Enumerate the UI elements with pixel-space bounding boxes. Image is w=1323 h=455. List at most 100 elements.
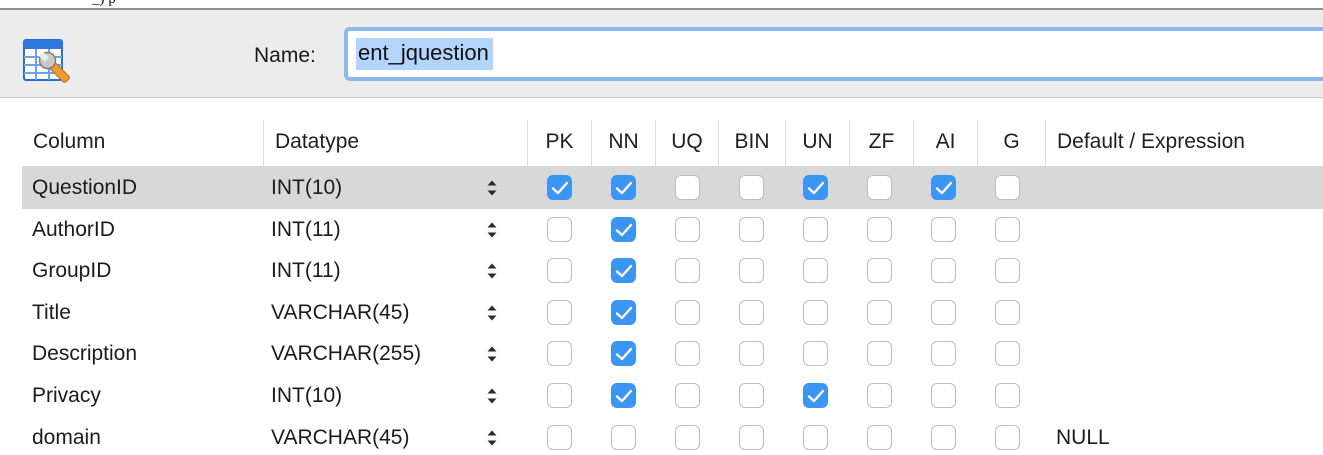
g-checkbox[interactable] (995, 175, 1020, 200)
uq-checkbox[interactable] (675, 216, 700, 242)
datatype-cell[interactable]: VARCHAR(45) (271, 417, 409, 455)
datatype-stepper-icon[interactable] (486, 344, 498, 364)
bin-checkbox[interactable] (739, 216, 764, 242)
zf-checkbox[interactable] (867, 216, 892, 242)
g-checkbox[interactable] (995, 382, 1020, 408)
un-checkbox[interactable] (803, 299, 828, 325)
ai-checkbox[interactable] (931, 341, 956, 367)
uq-checkbox[interactable] (675, 175, 700, 200)
header-nn[interactable]: NN (591, 120, 655, 166)
datatype-cell[interactable]: INT(11) (271, 209, 341, 251)
table-row[interactable]: AuthorID INT(11) (22, 209, 1323, 251)
column-name-cell[interactable]: AuthorID (32, 209, 115, 251)
datatype-stepper-icon[interactable] (486, 386, 498, 406)
bin-checkbox[interactable] (739, 341, 764, 367)
header-zf[interactable]: ZF (849, 120, 913, 166)
table-name-input[interactable]: ent_jquestion (344, 27, 1323, 81)
uq-checkbox[interactable] (675, 424, 700, 450)
header-pk[interactable]: PK (527, 120, 591, 166)
header-g[interactable]: G (977, 120, 1045, 166)
datatype-cell[interactable]: INT(11) (271, 250, 341, 292)
table-row[interactable]: Privacy INT(10) (22, 375, 1323, 417)
g-checkbox[interactable] (995, 216, 1020, 242)
header-column[interactable]: Column (22, 120, 263, 166)
nn-checkbox[interactable] (611, 216, 636, 242)
column-name-cell[interactable]: GroupID (32, 250, 111, 292)
uq-checkbox[interactable] (675, 382, 700, 408)
un-checkbox[interactable] (803, 216, 828, 242)
ai-checkbox[interactable] (931, 216, 956, 242)
pk-checkbox[interactable] (547, 175, 572, 200)
nn-checkbox[interactable] (611, 175, 636, 200)
column-name-cell[interactable]: Title (32, 292, 71, 334)
ai-checkbox[interactable] (931, 175, 956, 200)
g-checkbox[interactable] (995, 424, 1020, 450)
name-label: Name: (254, 44, 316, 67)
datatype-cell[interactable]: INT(10) (271, 375, 342, 417)
pk-checkbox[interactable] (547, 382, 572, 408)
ai-checkbox[interactable] (931, 258, 956, 284)
g-checkbox[interactable] (995, 341, 1020, 367)
nn-checkbox[interactable] (611, 382, 636, 408)
pk-checkbox[interactable] (547, 424, 572, 450)
bin-checkbox[interactable] (739, 382, 764, 408)
bin-checkbox[interactable] (739, 175, 764, 200)
datatype-stepper-icon[interactable] (486, 220, 498, 240)
datatype-stepper-icon[interactable] (486, 428, 498, 448)
pk-checkbox[interactable] (547, 258, 572, 284)
un-checkbox[interactable] (803, 424, 828, 450)
column-name-cell[interactable]: Privacy (32, 375, 101, 417)
uq-checkbox[interactable] (675, 258, 700, 284)
header-uq[interactable]: UQ (655, 120, 718, 166)
column-name-cell[interactable]: domain (32, 417, 101, 455)
datatype-stepper-icon[interactable] (486, 178, 498, 198)
zf-checkbox[interactable] (867, 424, 892, 450)
un-checkbox[interactable] (803, 175, 828, 200)
pk-checkbox[interactable] (547, 216, 572, 242)
pk-checkbox[interactable] (547, 341, 572, 367)
column-name-cell[interactable]: Description (32, 333, 137, 375)
uq-checkbox[interactable] (675, 299, 700, 325)
table-row[interactable]: Description VARCHAR(255) (22, 333, 1323, 375)
table-row[interactable]: domain VARCHAR(45) NULL (22, 417, 1323, 455)
nn-checkbox[interactable] (611, 424, 636, 450)
table-name-value: ent_jquestion (356, 38, 493, 70)
datatype-stepper-icon[interactable] (486, 261, 498, 281)
default-expression-cell[interactable]: NULL (1056, 417, 1110, 455)
header-bin[interactable]: BIN (718, 120, 785, 166)
ai-checkbox[interactable] (931, 299, 956, 325)
pk-checkbox[interactable] (547, 299, 572, 325)
zf-checkbox[interactable] (867, 258, 892, 284)
datatype-cell[interactable]: VARCHAR(45) (271, 292, 409, 334)
ai-checkbox[interactable] (931, 382, 956, 408)
datatype-stepper-icon[interactable] (486, 303, 498, 323)
header-datatype[interactable]: Datatype (263, 120, 527, 166)
un-checkbox[interactable] (803, 382, 828, 408)
bin-checkbox[interactable] (739, 299, 764, 325)
table-row[interactable]: QuestionID INT(10) (22, 167, 1323, 209)
un-checkbox[interactable] (803, 258, 828, 284)
g-checkbox[interactable] (995, 299, 1020, 325)
table-row[interactable]: Title VARCHAR(45) (22, 292, 1323, 334)
zf-checkbox[interactable] (867, 175, 892, 200)
ai-checkbox[interactable] (931, 424, 956, 450)
header-un[interactable]: UN (785, 120, 849, 166)
columns-grid-header: Column Datatype PK NN UQ BIN UN ZF AI G … (22, 120, 1323, 167)
zf-checkbox[interactable] (867, 341, 892, 367)
g-checkbox[interactable] (995, 258, 1020, 284)
datatype-cell[interactable]: VARCHAR(255) (271, 333, 421, 375)
uq-checkbox[interactable] (675, 341, 700, 367)
nn-checkbox[interactable] (611, 258, 636, 284)
zf-checkbox[interactable] (867, 299, 892, 325)
table-row[interactable]: GroupID INT(11) (22, 250, 1323, 292)
datatype-cell[interactable]: INT(10) (271, 167, 342, 209)
column-name-cell[interactable]: QuestionID (32, 167, 137, 209)
un-checkbox[interactable] (803, 341, 828, 367)
header-default-expression[interactable]: Default / Expression (1045, 120, 1323, 166)
nn-checkbox[interactable] (611, 299, 636, 325)
zf-checkbox[interactable] (867, 382, 892, 408)
nn-checkbox[interactable] (611, 341, 636, 367)
bin-checkbox[interactable] (739, 258, 764, 284)
bin-checkbox[interactable] (739, 424, 764, 450)
header-ai[interactable]: AI (913, 120, 977, 166)
